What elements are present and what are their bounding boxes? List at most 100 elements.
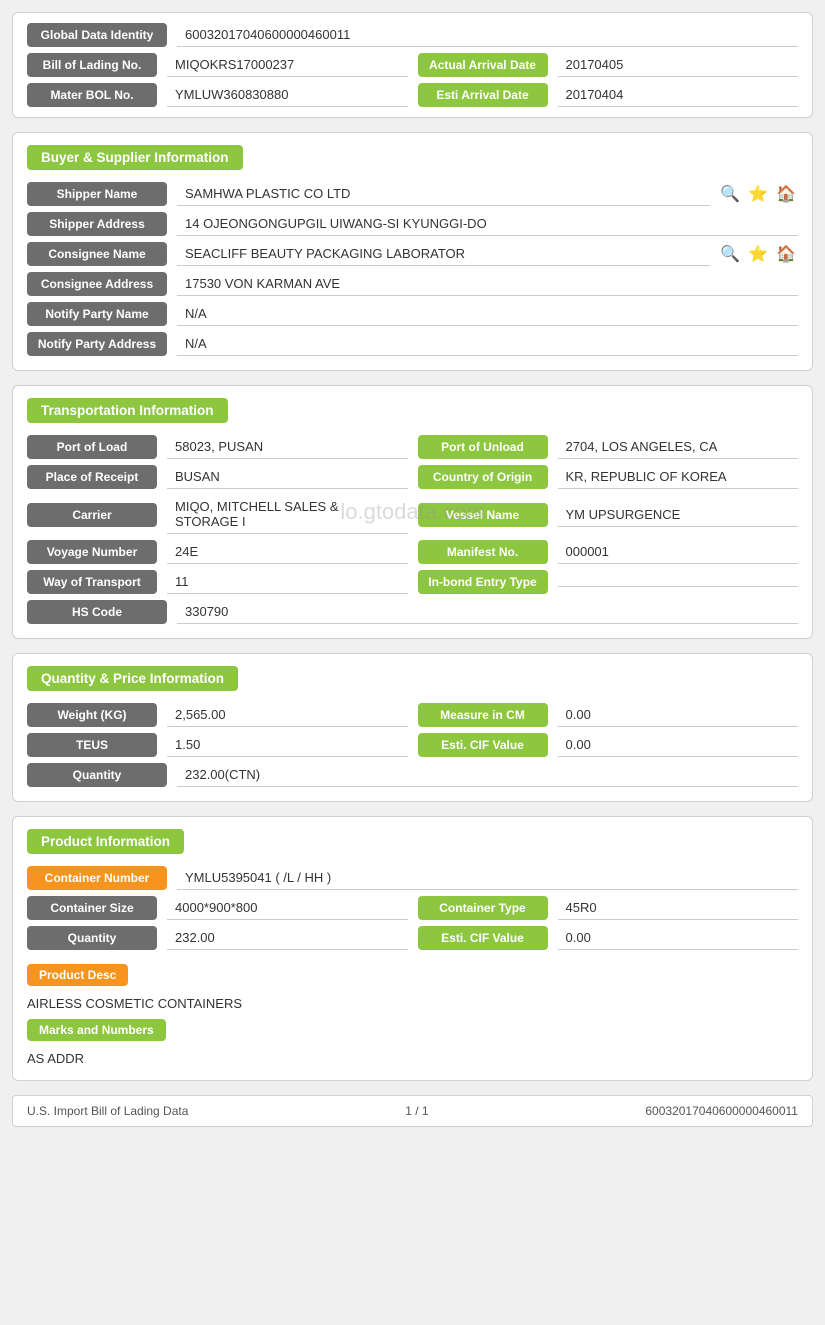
teus-field: TEUS 1.50	[27, 733, 408, 757]
teus-esti-row: TEUS 1.50 Esti. CIF Value 0.00	[27, 733, 798, 757]
shipper-address-row: Shipper Address 14 OJEONGONGUPGIL UIWANG…	[27, 212, 798, 236]
notify-party-address-label: Notify Party Address	[27, 332, 167, 356]
port-load-label: Port of Load	[27, 435, 157, 459]
measure-field: Measure in CM 0.00	[418, 703, 799, 727]
voyage-label: Voyage Number	[27, 540, 157, 564]
teus-value: 1.50	[167, 733, 408, 757]
container-type-label: Container Type	[418, 896, 548, 920]
inbond-field: In-bond Entry Type	[418, 570, 799, 594]
product-desc-label: Product Desc	[27, 964, 128, 986]
actual-arrival-label: Actual Arrival Date	[418, 53, 548, 77]
port-load-field: Port of Load 58023, PUSAN	[27, 435, 408, 459]
prod-quantity-esti-row: Quantity 232.00 Esti. CIF Value 0.00	[27, 926, 798, 950]
quantity-label: Quantity	[27, 763, 167, 787]
hs-code-value: 330790	[177, 600, 798, 624]
transportation-section: Transportation Information lo.gtodata.co…	[12, 385, 813, 639]
quantity-row: Quantity 232.00(CTN)	[27, 763, 798, 787]
product-info-label: Product Information	[27, 829, 184, 854]
mater-bol-esti-row: Mater BOL No. YMLUW360830880 Esti Arriva…	[27, 83, 798, 107]
notify-party-name-row: Notify Party Name N/A	[27, 302, 798, 326]
manifest-value: 000001	[558, 540, 799, 564]
prod-esti-cif-label: Esti. CIF Value	[418, 926, 548, 950]
shipper-address-label: Shipper Address	[27, 212, 167, 236]
container-size-type-row: Container Size 4000*900*800 Container Ty…	[27, 896, 798, 920]
container-type-value: 45R0	[558, 896, 799, 920]
weight-field: Weight (KG) 2,565.00	[27, 703, 408, 727]
container-size-value: 4000*900*800	[167, 896, 408, 920]
mater-bol-field: Mater BOL No. YMLUW360830880	[27, 83, 408, 107]
bol-label: Bill of Lading No.	[27, 53, 157, 77]
bol-field: Bill of Lading No. MIQOKRS17000237	[27, 53, 408, 77]
bol-value: MIQOKRS17000237	[167, 53, 408, 77]
shipper-address-value: 14 OJEONGONGUPGIL UIWANG-SI KYUNGGI-DO	[177, 212, 798, 236]
country-origin-value: KR, REPUBLIC OF KOREA	[558, 465, 799, 489]
container-size-field: Container Size 4000*900*800	[27, 896, 408, 920]
buyer-supplier-section: Buyer & Supplier Information Shipper Nam…	[12, 132, 813, 371]
shipper-search-icon[interactable]: 🔍	[718, 182, 742, 206]
global-id-value: 60032017040600000460011	[177, 23, 798, 47]
bol-arrival-row: Bill of Lading No. MIQOKRS17000237 Actua…	[27, 53, 798, 77]
container-size-label: Container Size	[27, 896, 157, 920]
port-unload-label: Port of Unload	[418, 435, 548, 459]
inbond-value	[558, 578, 799, 587]
consignee-name-row: Consignee Name SEACLIFF BEAUTY PACKAGING…	[27, 242, 798, 266]
vessel-value: YM UPSURGENCE	[558, 503, 799, 527]
carrier-vessel-row: Carrier MIQO, MITCHELL SALES & STORAGE I…	[27, 495, 798, 534]
shipper-icons: 🔍 ⭐ 🏠	[718, 182, 798, 206]
consignee-name-label: Consignee Name	[27, 242, 167, 266]
esti-cif-label: Esti. CIF Value	[418, 733, 548, 757]
measure-label: Measure in CM	[418, 703, 548, 727]
carrier-label: Carrier	[27, 503, 157, 527]
country-origin-field: Country of Origin KR, REPUBLIC OF KOREA	[418, 465, 799, 489]
shipper-home-icon[interactable]: 🏠	[774, 182, 798, 206]
way-inbond-row: Way of Transport 11 In-bond Entry Type	[27, 570, 798, 594]
way-transport-label: Way of Transport	[27, 570, 157, 594]
product-desc-value: AIRLESS COSMETIC CONTAINERS	[27, 990, 798, 1011]
weight-value: 2,565.00	[167, 703, 408, 727]
consignee-search-icon[interactable]: 🔍	[718, 242, 742, 266]
shipper-name-value: SAMHWA PLASTIC CO LTD	[177, 182, 710, 206]
consignee-address-row: Consignee Address 17530 VON KARMAN AVE	[27, 272, 798, 296]
vessel-label: Vessel Name	[418, 503, 548, 527]
shipper-name-label: Shipper Name	[27, 182, 167, 206]
inbond-label: In-bond Entry Type	[418, 570, 548, 594]
footer-left: U.S. Import Bill of Lading Data	[27, 1104, 188, 1118]
footer-right: 60032017040600000460011	[645, 1104, 798, 1118]
vessel-field: Vessel Name YM UPSURGENCE	[418, 495, 799, 534]
esti-cif-field: Esti. CIF Value 0.00	[418, 733, 799, 757]
product-info-section: Product Information Container Number YML…	[12, 816, 813, 1081]
notify-party-name-value: N/A	[177, 302, 798, 326]
prod-quantity-field: Quantity 232.00	[27, 926, 408, 950]
mater-bol-label: Mater BOL No.	[27, 83, 157, 107]
notify-party-address-value: N/A	[177, 332, 798, 356]
country-origin-label: Country of Origin	[418, 465, 548, 489]
buyer-supplier-label: Buyer & Supplier Information	[27, 145, 243, 170]
esti-cif-value: 0.00	[558, 733, 799, 757]
way-transport-field: Way of Transport 11	[27, 570, 408, 594]
consignee-star-icon[interactable]: ⭐	[746, 242, 770, 266]
port-row: Port of Load 58023, PUSAN Port of Unload…	[27, 435, 798, 459]
teus-label: TEUS	[27, 733, 157, 757]
hs-code-label: HS Code	[27, 600, 167, 624]
container-number-row: Container Number YMLU5395041 ( /L / HH )	[27, 866, 798, 890]
actual-arrival-value: 20170405	[558, 53, 799, 77]
transportation-label: Transportation Information	[27, 398, 228, 423]
weight-measure-row: Weight (KG) 2,565.00 Measure in CM 0.00	[27, 703, 798, 727]
consignee-home-icon[interactable]: 🏠	[774, 242, 798, 266]
footer-center: 1 / 1	[405, 1104, 428, 1118]
place-receipt-field: Place of Receipt BUSAN	[27, 465, 408, 489]
notify-party-address-row: Notify Party Address N/A	[27, 332, 798, 356]
global-id-row: Global Data Identity 6003201704060000046…	[27, 23, 798, 47]
manifest-field: Manifest No. 000001	[418, 540, 799, 564]
quantity-price-label: Quantity & Price Information	[27, 666, 238, 691]
quantity-value: 232.00(CTN)	[177, 763, 798, 787]
shipper-star-icon[interactable]: ⭐	[746, 182, 770, 206]
receipt-origin-row: Place of Receipt BUSAN Country of Origin…	[27, 465, 798, 489]
esti-arrival-label: Esti Arrival Date	[418, 83, 548, 107]
manifest-label: Manifest No.	[418, 540, 548, 564]
prod-esti-cif-value: 0.00	[558, 926, 799, 950]
carrier-field: Carrier MIQO, MITCHELL SALES & STORAGE I	[27, 495, 408, 534]
port-unload-value: 2704, LOS ANGELES, CA	[558, 435, 799, 459]
port-load-value: 58023, PUSAN	[167, 435, 408, 459]
page-footer: U.S. Import Bill of Lading Data 1 / 1 60…	[12, 1095, 813, 1127]
